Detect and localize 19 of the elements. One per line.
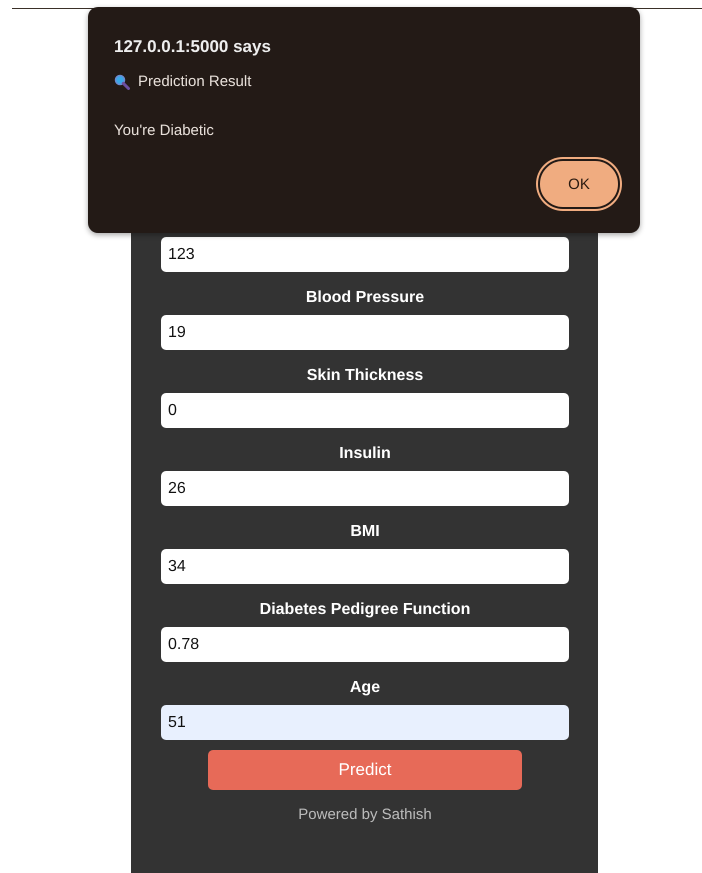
input-field[interactable]: 19 <box>161 315 569 350</box>
input-field[interactable]: 0.78 <box>161 627 569 662</box>
field-label: Insulin <box>339 444 391 463</box>
ok-button[interactable]: OK <box>538 159 620 209</box>
dialog-title: 127.0.0.1:5000 says <box>114 37 272 57</box>
input-field[interactable]: 123 <box>161 237 569 272</box>
footer-text: Powered by Sathish <box>298 806 432 823</box>
field-label: Blood Pressure <box>306 288 424 307</box>
input-field[interactable]: 26 <box>161 471 569 506</box>
input-field[interactable]: 51 <box>161 705 569 740</box>
field-label: BMI <box>350 522 380 541</box>
field-label: Skin Thickness <box>306 366 424 385</box>
dialog-message: You're Diabetic <box>114 122 215 139</box>
magnifier-icon <box>114 74 130 90</box>
input-field[interactable]: 0 <box>161 393 569 428</box>
dialog-heading: Prediction Result <box>138 73 252 90</box>
input-field[interactable]: 34 <box>161 549 569 584</box>
field-label: Age <box>350 678 380 697</box>
field-label: Diabetes Pedigree Function <box>260 600 470 619</box>
